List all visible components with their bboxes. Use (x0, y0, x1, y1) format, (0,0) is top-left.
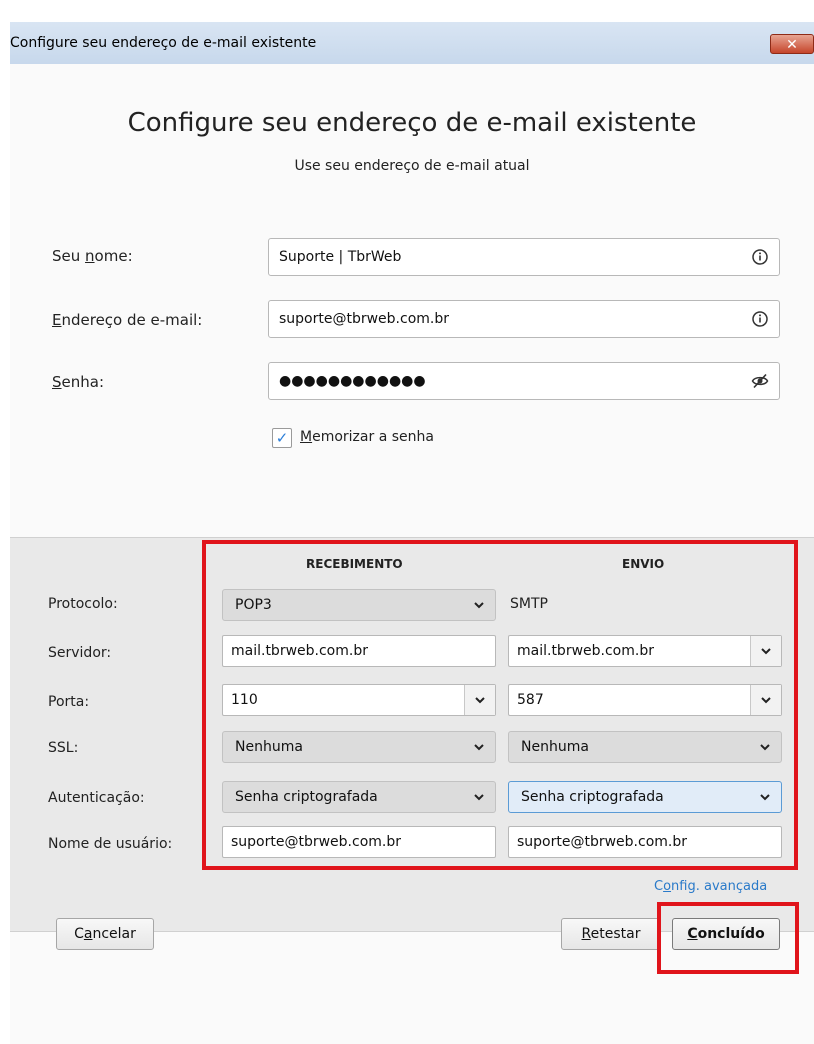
authentication-label: Autenticação: (48, 790, 145, 806)
ssl-label: SSL: (48, 740, 79, 756)
name-label: Seu nome: (52, 247, 133, 265)
page-title: Configure seu endereço de e-mail existen… (127, 108, 697, 138)
advanced-config-link[interactable]: Config. avançada (654, 879, 767, 894)
checkmark-icon: ✓ (275, 429, 289, 447)
password-value: ●●●●●●●●●●●● (279, 373, 426, 389)
name-value: Suporte | TbrWeb (279, 249, 402, 265)
close-icon: ✕ (786, 37, 798, 53)
email-value: suporte@tbrweb.com.br (279, 311, 450, 327)
highlight-box-server-settings (202, 540, 798, 870)
server-label: Servidor: (48, 645, 112, 661)
password-label: Senha: (52, 373, 105, 391)
protocol-label: Protocolo: (48, 596, 118, 612)
remember-password-label: Memorizar a senha (300, 429, 434, 445)
port-label: Porta: (48, 694, 90, 710)
close-button[interactable]: ✕ (770, 34, 814, 54)
retest-button[interactable]: Retestar (561, 918, 661, 950)
title-bar: Configure seu endereço de e-mail existen… (10, 22, 814, 65)
name-field[interactable]: Suporte | TbrWeb (268, 238, 780, 276)
eye-slash-icon[interactable] (751, 372, 769, 390)
highlight-box-done (657, 902, 799, 974)
info-icon[interactable] (751, 310, 769, 328)
info-icon[interactable] (751, 248, 769, 266)
cancel-button[interactable]: Cancelar (56, 918, 154, 950)
username-label: Nome de usuário: (48, 836, 173, 852)
page-subtitle: Use seu endereço de e-mail atual (294, 158, 530, 174)
password-field[interactable]: ●●●●●●●●●●●● (268, 362, 780, 400)
remember-password-checkbox[interactable]: ✓ (272, 428, 292, 448)
email-field[interactable]: suporte@tbrweb.com.br (268, 300, 780, 338)
email-label: Endereço de e-mail: (52, 311, 203, 329)
window-title: Configure seu endereço de e-mail existen… (10, 35, 317, 51)
